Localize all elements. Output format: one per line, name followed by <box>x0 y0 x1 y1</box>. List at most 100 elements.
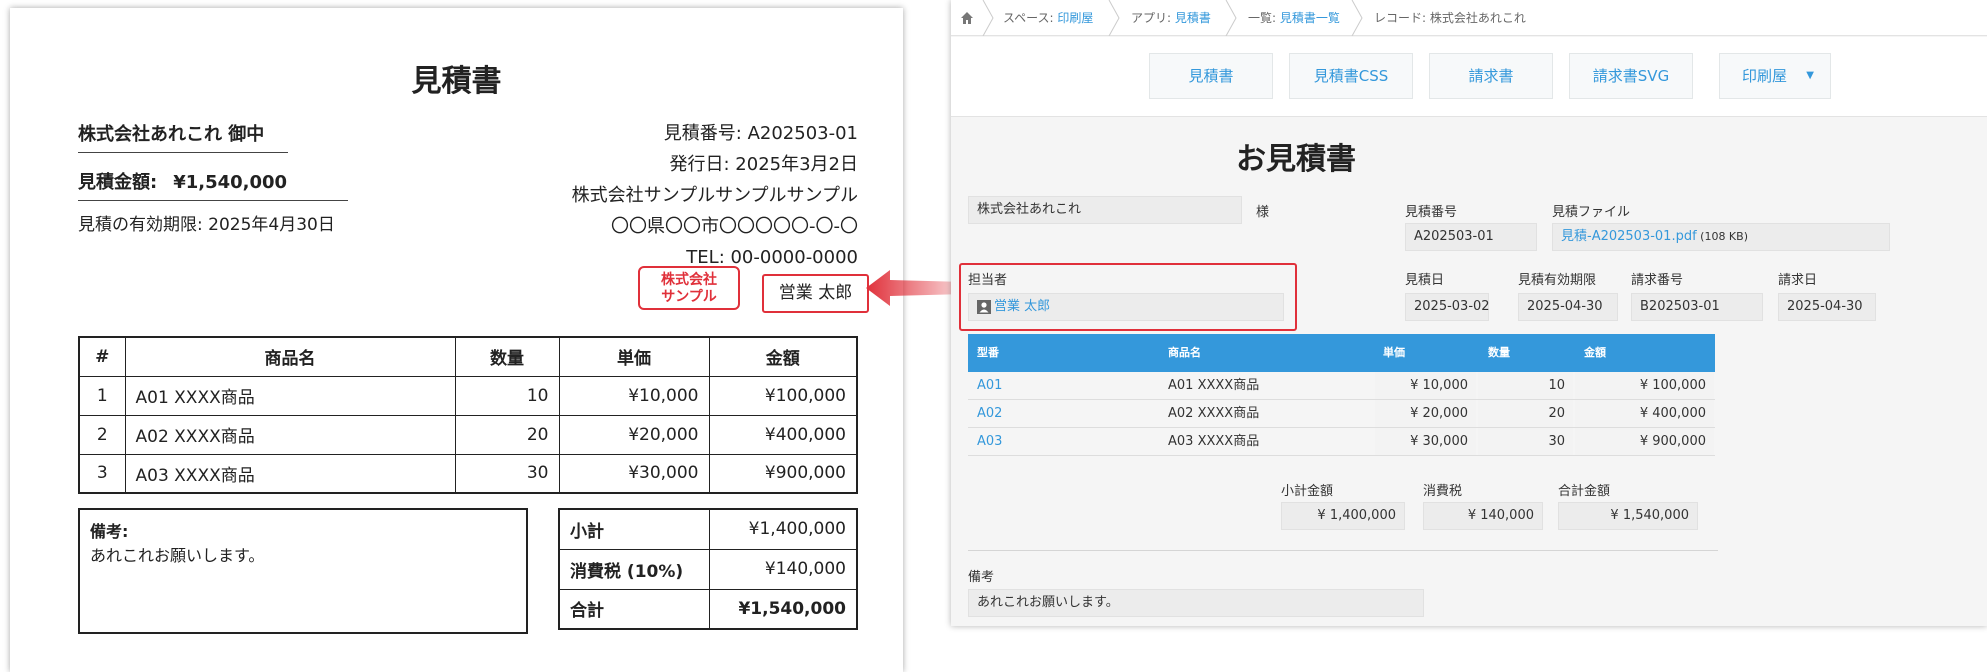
col-qty: 数量 <box>454 336 560 377</box>
sub-price: ¥ 10,000 <box>1375 372 1476 399</box>
table-row: 3 A03 XXXX商品 30 ¥30,000 ¥900,000 <box>78 453 858 494</box>
sub-col-qty: 数量 <box>1488 346 1510 359</box>
issue-date: 発行日: 2025年3月2日 <box>669 154 859 175</box>
quote-date-label: 見積日 <box>1405 273 1445 288</box>
table-row: A03 A03 XXXX商品 ¥ 30,000 30 ¥ 900,000 <box>968 428 1715 456</box>
subtable-header: 型番 商品名 単価 数量 金額 <box>968 334 1715 372</box>
table-row: A02 A02 XXXX商品 ¥ 20,000 20 ¥ 400,000 <box>968 400 1715 428</box>
invoice-number-field[interactable]: B202503-01 <box>1631 293 1763 321</box>
subtotal-field[interactable]: ¥ 1,400,000 <box>1281 502 1405 530</box>
sub-name: A03 XXXX商品 <box>1168 434 1260 449</box>
rep-label: 担当者 <box>968 273 1008 288</box>
sub-amount: ¥ 100,000 <box>1575 372 1714 399</box>
row-product: A02 XXXX商品 <box>124 414 456 455</box>
sub-col-name: 商品名 <box>1168 346 1201 359</box>
sub-qty: 30 <box>1478 428 1573 455</box>
valid-until-field[interactable]: 2025-04-30 <box>1518 293 1618 321</box>
quote-print-button[interactable]: 見積書 <box>1149 53 1273 99</box>
breadcrumb-record-name: 株式会社あれこれ <box>1429 11 1526 25</box>
tax-field[interactable]: ¥ 140,000 <box>1423 502 1543 530</box>
notes-label: 備考: <box>90 522 129 541</box>
table-row: A01 A01 XXXX商品 ¥ 10,000 10 ¥ 100,000 <box>968 372 1715 400</box>
issuer-address: 〇〇県〇〇市〇〇〇〇〇-〇-〇 <box>611 216 858 237</box>
sub-qty: 10 <box>1478 372 1573 399</box>
row-no: 3 <box>78 453 126 494</box>
breadcrumb-list-link[interactable]: 見積書一覧 <box>1280 11 1340 25</box>
sub-code-link[interactable]: A02 <box>977 400 1002 427</box>
breadcrumb-app[interactable]: アプリ: 見積書 <box>1131 0 1211 36</box>
sub-price: ¥ 30,000 <box>1375 428 1476 455</box>
col-no: # <box>78 336 126 377</box>
customer-field[interactable]: 株式会社あれこれ <box>968 196 1242 224</box>
invoice-svg-button[interactable]: 請求書SVG <box>1569 53 1693 99</box>
customer-name: 株式会社あれこれ 御中 <box>78 120 288 153</box>
sub-code-link[interactable]: A03 <box>977 428 1002 455</box>
valid-until-label: 見積有効期限 <box>1518 273 1597 288</box>
sub-price: ¥ 20,000 <box>1375 400 1476 427</box>
tax-label: 消費税 (10%) <box>558 548 710 590</box>
row-price: ¥10,000 <box>558 375 710 416</box>
row-no: 1 <box>78 375 126 416</box>
breadcrumb-list[interactable]: 一覧: 見積書一覧 <box>1248 0 1340 36</box>
col-amount: 金額 <box>708 336 858 377</box>
invoice-print-button[interactable]: 請求書 <box>1429 53 1553 99</box>
sub-col-code: 型番 <box>977 346 999 359</box>
quote-number-label: 見積番号 <box>1405 205 1458 220</box>
quote-css-button[interactable]: 見積書CSS <box>1289 53 1413 99</box>
company-stamp: 株式会社 サンプル <box>638 266 740 310</box>
items-subtable: 型番 商品名 単価 数量 金額 A01 A01 XXXX商品 ¥ 10,000 … <box>968 334 1715 456</box>
total-value: ¥1,540,000 <box>708 588 858 630</box>
total-label: 合計金額 <box>1558 484 1611 499</box>
caret-down-icon: ▼ <box>1806 70 1814 81</box>
invoice-date-field[interactable]: 2025-04-30 <box>1778 293 1876 321</box>
issuer-company: 株式会社サンプルサンプルサンプル <box>571 185 858 206</box>
subtotal-label: 小計 <box>558 508 710 550</box>
row-qty: 20 <box>454 414 560 455</box>
user-icon <box>977 299 991 314</box>
quote-file-link[interactable]: 見積-A202503-01.pdf <box>1561 229 1697 244</box>
quote-amount-label: 見積金額: <box>78 172 158 193</box>
quote-file-label: 見積ファイル <box>1552 205 1631 220</box>
subtotal-row: 小計 ¥1,400,000 <box>558 508 858 550</box>
row-amount: ¥900,000 <box>708 453 858 494</box>
totals-table: 小計 ¥1,400,000 消費税 (10%) ¥140,000 合計 ¥1,5… <box>558 508 858 630</box>
stamp-line-1: 株式会社 <box>661 272 717 288</box>
breadcrumb-separator-icon <box>1225 0 1237 36</box>
row-product: A01 XXXX商品 <box>124 375 456 416</box>
row-price: ¥20,000 <box>558 414 710 455</box>
breadcrumb-list-prefix: 一覧: <box>1248 11 1280 25</box>
record-title: お見積書 <box>1236 142 1356 177</box>
home-icon[interactable] <box>960 11 974 25</box>
breadcrumb-space-link[interactable]: 印刷屋 <box>1057 11 1093 25</box>
row-no: 2 <box>78 414 126 455</box>
breadcrumb-separator-icon <box>1351 0 1363 36</box>
quote-number-field[interactable]: A202503-01 <box>1405 223 1537 251</box>
table-row: 1 A01 XXXX商品 10 ¥10,000 ¥100,000 <box>78 375 858 416</box>
rep-field[interactable]: 営業 太郎 <box>968 293 1284 321</box>
notes-field[interactable]: あれこれお願いします。 <box>968 589 1424 617</box>
quote-date-field[interactable]: 2025-03-02 <box>1405 293 1490 321</box>
sub-amount: ¥ 400,000 <box>1575 400 1714 427</box>
sub-code-link[interactable]: A01 <box>977 372 1002 399</box>
row-qty: 30 <box>454 453 560 494</box>
notes-text: あれこれお願いします。 <box>90 546 265 565</box>
printer-dropdown-button[interactable]: 印刷屋 ▼ <box>1719 53 1831 99</box>
sub-amount: ¥ 900,000 <box>1575 428 1714 455</box>
breadcrumb: スペース: 印刷屋 アプリ: 見積書 一覧: 見積書一覧 レコード: 株式会社あ… <box>951 0 1987 36</box>
honorific-label: 様 <box>1256 205 1270 220</box>
breadcrumb-space[interactable]: スペース: 印刷屋 <box>1003 0 1093 36</box>
issuer-info: 見積番号: A202503-01 発行日: 2025年3月2日 株式会社サンプル… <box>572 118 858 273</box>
quote-file-field[interactable]: 見積-A202503-01.pdf (108 KB) <box>1552 223 1890 251</box>
col-product: 商品名 <box>124 336 456 377</box>
total-field[interactable]: ¥ 1,540,000 <box>1558 502 1698 530</box>
printer-dropdown-label: 印刷屋 <box>1742 67 1788 85</box>
sub-col-price: 単価 <box>1383 346 1405 359</box>
section-divider <box>968 550 1718 551</box>
notes-box: 備考: あれこれお願いします。 <box>78 508 528 634</box>
invoice-date-label: 請求日 <box>1778 273 1818 288</box>
subtotal-label: 小計金額 <box>1281 484 1334 499</box>
total-label: 合計 <box>558 588 710 630</box>
print-toolbar: 見積書 見積書CSS 請求書 請求書SVG 印刷屋 ▼ <box>951 37 1987 117</box>
breadcrumb-app-link[interactable]: 見積書 <box>1175 11 1211 25</box>
rep-name-link[interactable]: 営業 太郎 <box>994 299 1050 314</box>
